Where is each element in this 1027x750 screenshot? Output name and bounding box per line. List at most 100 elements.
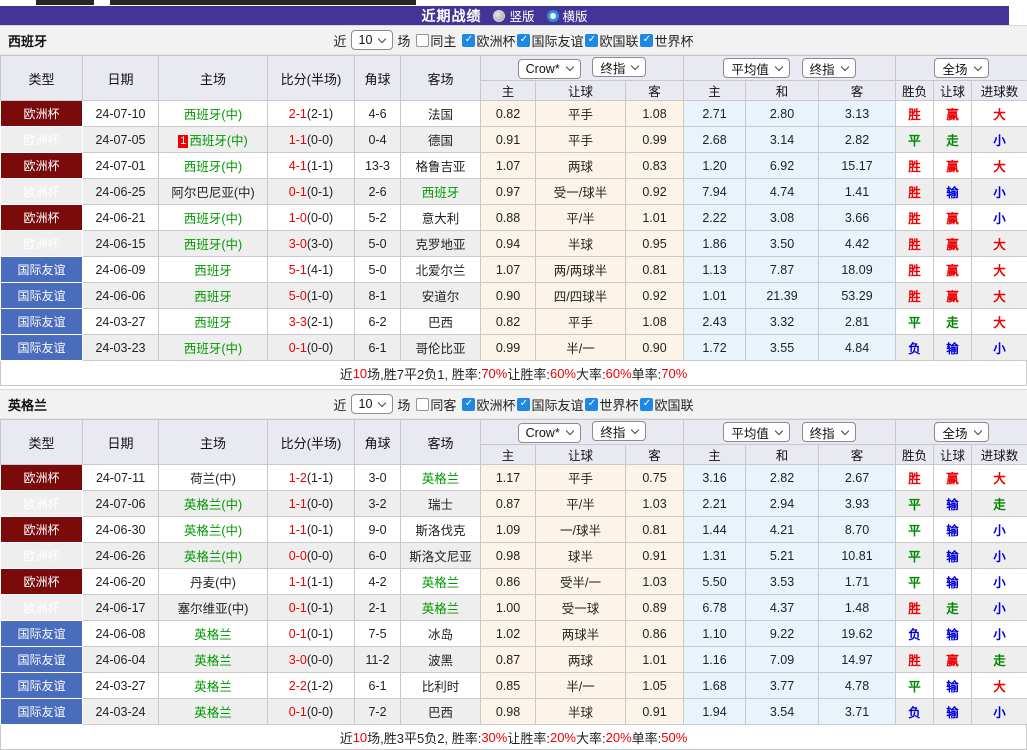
avg-home-cell: 3.16 [684,465,746,491]
stat-label: 场,胜3平5负2, 胜率: [367,728,481,747]
half-time-score: (0-1) [307,601,333,615]
half-time-score: (0-0) [307,653,333,667]
match-date: 24-03-23 [83,335,159,361]
avg-home-cell: 7.94 [684,179,746,205]
avg-away-cell: 4.84 [819,335,896,361]
league-filter-0[interactable]: 欧洲杯 [462,31,515,50]
result-handicap-cell: 输 [934,517,972,543]
odds-home-cell: 0.86 [481,569,536,595]
checkbox-checked-icon[interactable] [517,34,530,47]
match-count-select[interactable]: 10 [351,394,394,414]
corner-cell: 5-0 [355,231,401,257]
odds-time-select[interactable]: 终指 [592,57,646,77]
checkbox-checked-icon[interactable] [640,34,653,47]
avg-away-cell: 10.81 [819,543,896,569]
match-count-select[interactable]: 10 [351,30,394,50]
match-row: 欧洲杯24-06-25阿尔巴尼亚(中)0-1(0-1)2-6西班牙0.97受一/… [1,179,1027,205]
stat-label: 大率: [576,728,606,747]
checkbox-checked-icon[interactable] [585,398,598,411]
league-filter-1[interactable]: 国际友谊 [517,31,583,50]
same-home-filter[interactable]: 同主 [416,31,456,50]
odds-time-select[interactable]: 终指 [592,421,646,441]
odds-handicap-cell: 受一球 [536,595,626,621]
match-date: 24-06-17 [83,595,159,621]
result-outcome-cell: 平 [896,491,934,517]
score-cell: 0-0(0-0) [268,543,355,569]
radio-unchecked-icon[interactable] [493,10,505,22]
scope-select[interactable]: 全场 [934,58,988,78]
odds-home-cell: 0.94 [481,231,536,257]
avg-away-cell: 53.29 [819,283,896,309]
layout-radio-horizontal[interactable]: 横版 [547,6,588,25]
odds-company-select[interactable]: Crow* [518,59,581,79]
home-team-cell: 英格兰 [159,673,268,699]
result-goals-cell: 小 [972,543,1027,569]
match-date: 24-06-08 [83,621,159,647]
match-row: 国际友谊24-06-08英格兰0-1(0-1)7-5冰岛1.02两球半0.861… [1,621,1027,647]
result-outcome-cell: 胜 [896,595,934,621]
near-label: 近 [333,395,346,414]
avg-draw-cell: 6.92 [746,153,819,179]
league-filter-1[interactable]: 国际友谊 [517,395,583,414]
avg-draw-cell: 3.14 [746,127,819,153]
avg-type-select[interactable]: 平均值 [723,58,790,78]
same-away-filter[interactable]: 同客 [416,395,456,414]
chevron-down-icon [378,398,386,406]
league-filter-3[interactable]: 世界杯 [640,31,693,50]
avg-time-select[interactable]: 终指 [802,422,856,442]
avg-time-select[interactable]: 终指 [802,58,856,78]
radio-checked-icon[interactable] [547,10,559,22]
league-filter-2[interactable]: 世界杯 [585,395,638,414]
odds-away-cell: 0.92 [626,283,684,309]
avg-away-cell: 8.70 [819,517,896,543]
score-cell: 1-1(0-0) [268,127,355,153]
away-team-cell: 巴西 [401,699,481,725]
col-result-handicap: 让球 [934,81,972,101]
checkbox-unchecked-icon[interactable] [416,34,429,47]
same-home-label: 同主 [430,31,456,50]
match-date: 24-06-09 [83,257,159,283]
avg-home-cell: 1.86 [684,231,746,257]
checkbox-checked-icon[interactable] [517,398,530,411]
team-name: 阿尔巴尼亚(中) [171,186,254,200]
odds-home-cell: 1.17 [481,465,536,491]
result-outcome-cell: 胜 [896,101,934,127]
league-filter-3[interactable]: 欧国联 [640,395,693,414]
section-spain: 西班牙 近 10 场 同主 欧洲杯国际友谊欧国联世界杯 类型 日期 [0,25,1027,386]
odds-away-cell: 0.86 [626,621,684,647]
avg-draw-cell: 4.37 [746,595,819,621]
result-goals-cell: 走 [972,647,1027,673]
checkbox-unchecked-icon[interactable] [416,398,429,411]
full-time-score: 3-0 [289,653,307,667]
result-goals-cell: 小 [972,127,1027,153]
league-filter-0[interactable]: 欧洲杯 [462,395,515,414]
avg-type-value: 平均值 [731,59,769,78]
scope-select[interactable]: 全场 [934,422,988,442]
team-name: 西班牙(中) [184,238,242,252]
checkbox-checked-icon[interactable] [462,34,475,47]
avg-time-value: 终指 [810,423,835,442]
odds-away-cell: 1.03 [626,491,684,517]
team-name: 西班牙(中) [184,342,242,356]
score-cell: 0-1(0-1) [268,595,355,621]
checkbox-checked-icon[interactable] [462,398,475,411]
chevron-down-icon [565,63,573,71]
league-type-cell: 国际友谊 [1,673,83,699]
avg-draw-cell: 3.32 [746,309,819,335]
half-time-score: (2-1) [307,107,333,121]
team-name: 英格兰(中) [184,498,242,512]
odds-company-select[interactable]: Crow* [518,423,581,443]
checkbox-checked-icon[interactable] [640,398,653,411]
away-team-cell: 克罗地亚 [401,231,481,257]
avg-type-select[interactable]: 平均值 [723,422,790,442]
match-date: 24-06-26 [83,543,159,569]
full-time-score: 4-1 [289,159,307,173]
half-time-score: (0-0) [307,497,333,511]
half-time-score: (3-0) [307,237,333,251]
home-team-cell: 西班牙(中) [159,231,268,257]
layout-radio-vertical[interactable]: 竖版 [493,6,534,25]
league-filter-2[interactable]: 欧国联 [585,31,638,50]
odds-handicap-cell: 半球 [536,699,626,725]
checkbox-checked-icon[interactable] [585,34,598,47]
away-team-cell: 英格兰 [401,595,481,621]
